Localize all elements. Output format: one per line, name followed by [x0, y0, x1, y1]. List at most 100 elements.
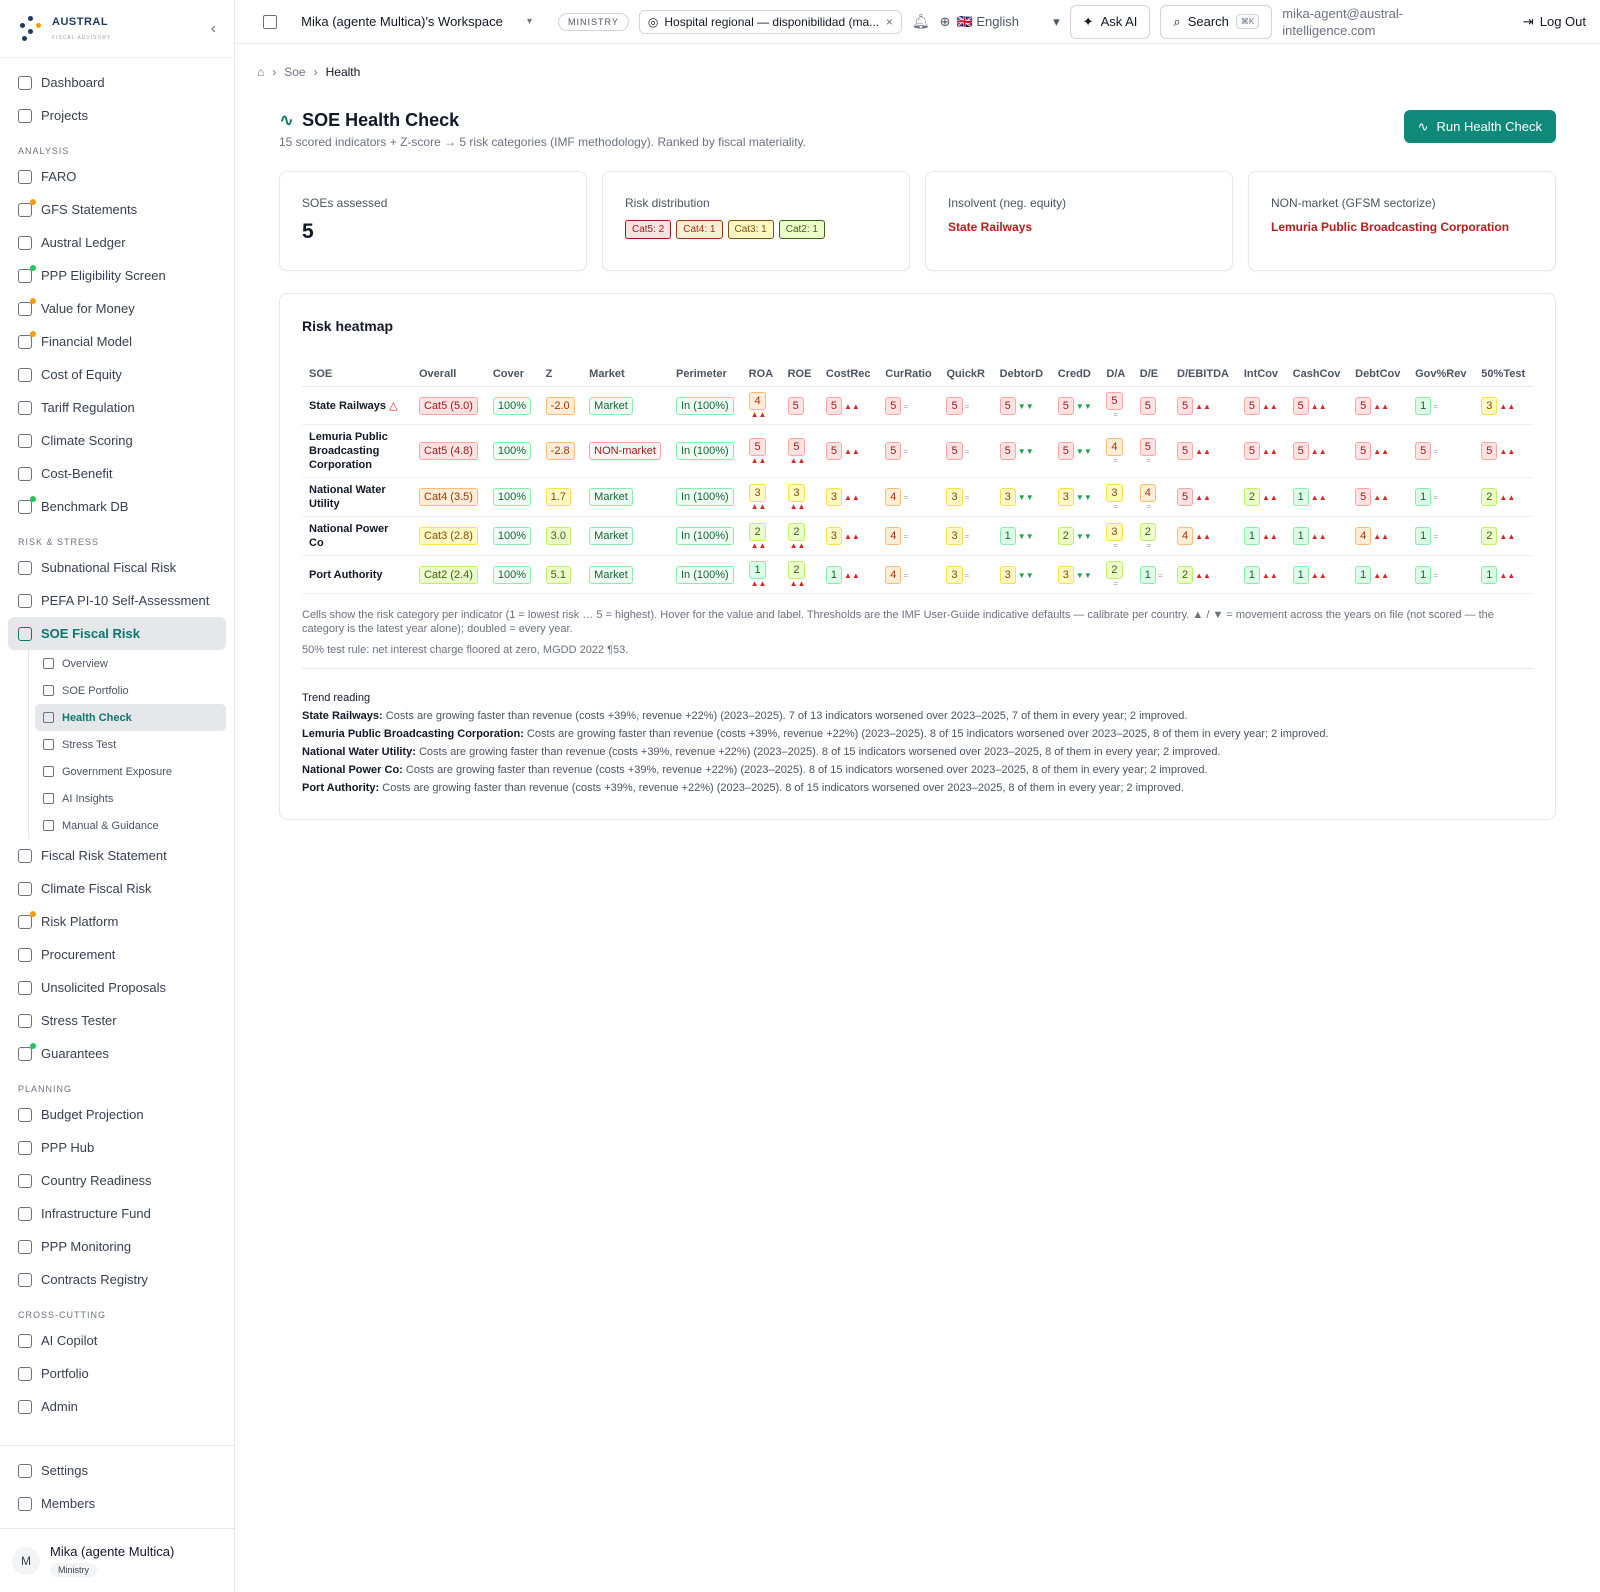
sidebar-item-dashboard[interactable]: Dashboard [8, 66, 226, 99]
indicator-cell[interactable]: 5 ▲▲ [1285, 386, 1349, 425]
indicator-cell[interactable]: 2 ▲▲ [1474, 516, 1533, 556]
indicator-cell[interactable]: 3 = [1099, 477, 1133, 517]
indicator-cell[interactable]: 1 ▲▲ [818, 555, 879, 594]
indicator-cell[interactable]: 5 ▲▲ [818, 424, 879, 478]
indicator-cell[interactable]: 3 ▼▼ [992, 477, 1051, 517]
indicator-cell[interactable]: 5 = [1099, 386, 1133, 425]
sidebar-item-guarantees[interactable]: Guarantees [8, 1037, 226, 1070]
sidebar-item-ppp-monitoring[interactable]: PPP Monitoring [8, 1230, 226, 1263]
indicator-cell[interactable]: 5 ▲▲ [1170, 477, 1237, 517]
table-row[interactable]: State Railways △ Cat5 (5.0) 100% -2.0 Market… [302, 386, 1533, 425]
sidebar-item-fiscal-risk-statement[interactable]: Fiscal Risk Statement [8, 839, 226, 872]
sidebar-item-infrastructure-fund[interactable]: Infrastructure Fund [8, 1197, 226, 1230]
indicator-cell[interactable]: 3 ▲▲ [818, 477, 879, 517]
indicator-cell[interactable]: 2 ▲▲ [780, 555, 819, 594]
sidebar-item-benchmark-db[interactable]: Benchmark DB [8, 490, 226, 523]
indicator-cell[interactable]: 3 ▲▲ [818, 516, 879, 556]
indicator-cell[interactable]: 2 ▲▲ [741, 516, 781, 556]
ask-ai-button[interactable]: ✦ Ask AI [1069, 4, 1151, 39]
sidebar-item-members[interactable]: Members [8, 1487, 226, 1520]
indicator-cell[interactable]: 1 ▲▲ [1285, 477, 1349, 517]
indicator-cell[interactable]: 2 = [1132, 516, 1171, 556]
indicator-cell[interactable]: 5 ▼▼ [992, 386, 1051, 425]
indicator-cell[interactable]: 5 = [1132, 424, 1171, 478]
submenu-item-government-exposure[interactable]: Government Exposure [35, 758, 226, 785]
indicator-cell[interactable]: 5 ▲▲ [780, 424, 819, 478]
table-row[interactable]: Port Authority Cat2 (2.4) 100% 5.1 Market In … [302, 555, 1533, 594]
indicator-cell[interactable]: 3 = [939, 516, 993, 556]
submenu-item-health-check[interactable]: Health Check [35, 704, 226, 731]
sidebar-item-austral-ledger[interactable]: Austral Ledger [8, 226, 226, 259]
sidebar-item-cost-of-equity[interactable]: Cost of Equity [8, 358, 226, 391]
sidebar-item-ppp-hub[interactable]: PPP Hub [8, 1131, 226, 1164]
table-row[interactable]: National Water Utility Cat4 (3.5) 100% 1.7 M… [302, 477, 1533, 517]
active-project-chip[interactable]: ◎ Hospital regional — disponibilidad (ma… [638, 9, 902, 34]
indicator-cell[interactable]: 4 = [878, 477, 940, 517]
indicator-cell[interactable]: 5 ▲▲ [1474, 424, 1533, 478]
submenu-item-ai-insights[interactable]: AI Insights [35, 785, 226, 812]
run-health-check-button[interactable]: ∿ Run Health Check [1403, 110, 1556, 143]
sidebar-item-gfs-statements[interactable]: GFS Statements [8, 193, 226, 226]
sidebar-item-portfolio[interactable]: Portfolio [8, 1357, 226, 1390]
indicator-cell[interactable]: 2 ▼▼ [1050, 516, 1100, 556]
sidebar-item-pefa-pi-10-self-assessment[interactable]: PEFA PI-10 Self-Assessment [8, 584, 226, 617]
submenu-item-overview[interactable]: Overview [35, 650, 226, 677]
close-icon[interactable]: × [886, 15, 893, 29]
indicator-cell[interactable]: 3 ▼▼ [1050, 555, 1100, 594]
indicator-cell[interactable]: 2 ▲▲ [780, 516, 819, 556]
sidebar-item-tariff-regulation[interactable]: Tariff Regulation [8, 391, 226, 424]
indicator-cell[interactable]: 1 = [1408, 477, 1475, 517]
indicator-cell[interactable]: 2 ▲▲ [1236, 477, 1286, 517]
logout-button[interactable]: ⇥ Log Out [1523, 14, 1586, 30]
sidebar-item-projects[interactable]: Projects [8, 99, 226, 132]
indicator-cell[interactable]: 3 = [939, 555, 993, 594]
indicator-cell[interactable]: 5 ▲▲ [1170, 386, 1237, 425]
indicator-cell[interactable]: 1 ▲▲ [1348, 555, 1409, 594]
brand-logo[interactable]: AUSTRAL FISCAL ADVISORY [18, 15, 111, 42]
indicator-cell[interactable]: 1 ▼▼ [992, 516, 1051, 556]
indicator-cell[interactable]: 3 ▼▼ [1050, 477, 1100, 517]
indicator-cell[interactable]: 5 ▲▲ [741, 424, 781, 478]
indicator-cell[interactable]: 3 = [1099, 516, 1133, 556]
indicator-cell[interactable]: 5 ▲▲ [1348, 424, 1409, 478]
indicator-cell[interactable]: 5 ▲▲ [818, 386, 879, 425]
sidebar-item-procurement[interactable]: Procurement [8, 938, 226, 971]
sidebar-item-settings[interactable]: Settings [8, 1454, 226, 1487]
indicator-cell[interactable]: 1 ▲▲ [1236, 516, 1286, 556]
sidebar-item-ppp-eligibility-screen[interactable]: PPP Eligibility Screen [8, 259, 226, 292]
indicator-cell[interactable]: 1 = [1132, 555, 1171, 594]
sidebar-item-contracts-registry[interactable]: Contracts Registry [8, 1263, 226, 1296]
indicator-cell[interactable]: 5 [1132, 386, 1171, 425]
indicator-cell[interactable]: 1 ▲▲ [1285, 555, 1349, 594]
indicator-cell[interactable]: 3 = [939, 477, 993, 517]
indicator-cell[interactable]: 2 ▲▲ [1170, 555, 1237, 594]
indicator-cell[interactable]: 4 = [878, 516, 940, 556]
indicator-cell[interactable]: 5 ▲▲ [1236, 386, 1286, 425]
sidebar-item-faro[interactable]: FARO [8, 160, 226, 193]
indicator-cell[interactable]: 4 = [1099, 424, 1133, 478]
sidebar-item-unsolicited-proposals[interactable]: Unsolicited Proposals [8, 971, 226, 1004]
indicator-cell[interactable]: 2 = [1099, 555, 1133, 594]
indicator-cell[interactable]: 1 ▲▲ [1285, 516, 1349, 556]
sidebar-item-country-readiness[interactable]: Country Readiness [8, 1164, 226, 1197]
language-select[interactable]: ⊕ 🇬🇧 English ▾ [940, 14, 1060, 30]
breadcrumb-soe[interactable]: Soe [284, 65, 305, 79]
chevron-down-icon[interactable]: ▾ [527, 16, 532, 27]
indicator-cell[interactable]: 5 ▼▼ [1050, 386, 1100, 425]
indicator-cell[interactable]: 1 ▲▲ [1236, 555, 1286, 594]
sidebar-item-stress-tester[interactable]: Stress Tester [8, 1004, 226, 1037]
indicator-cell[interactable]: 3 ▼▼ [992, 555, 1051, 594]
indicator-cell[interactable]: 5 = [878, 386, 940, 425]
indicator-cell[interactable]: 1 ▲▲ [1474, 555, 1533, 594]
submenu-item-soe-portfolio[interactable]: SOE Portfolio [35, 677, 226, 704]
indicator-cell[interactable]: 5 ▲▲ [1348, 386, 1409, 425]
sidebar-item-subnational-fiscal-risk[interactable]: Subnational Fiscal Risk [8, 551, 226, 584]
indicator-cell[interactable]: 5 [780, 386, 819, 425]
indicator-cell[interactable]: 5 ▲▲ [1236, 424, 1286, 478]
indicator-cell[interactable]: 5 ▼▼ [1050, 424, 1100, 478]
indicator-cell[interactable]: 5 = [939, 424, 993, 478]
indicator-cell[interactable]: 3 ▲▲ [1474, 386, 1533, 425]
sidebar-item-climate-scoring[interactable]: Climate Scoring [8, 424, 226, 457]
sidebar-item-ai-copilot[interactable]: AI Copilot [8, 1324, 226, 1357]
indicator-cell[interactable]: 4 ▲▲ [741, 386, 781, 425]
